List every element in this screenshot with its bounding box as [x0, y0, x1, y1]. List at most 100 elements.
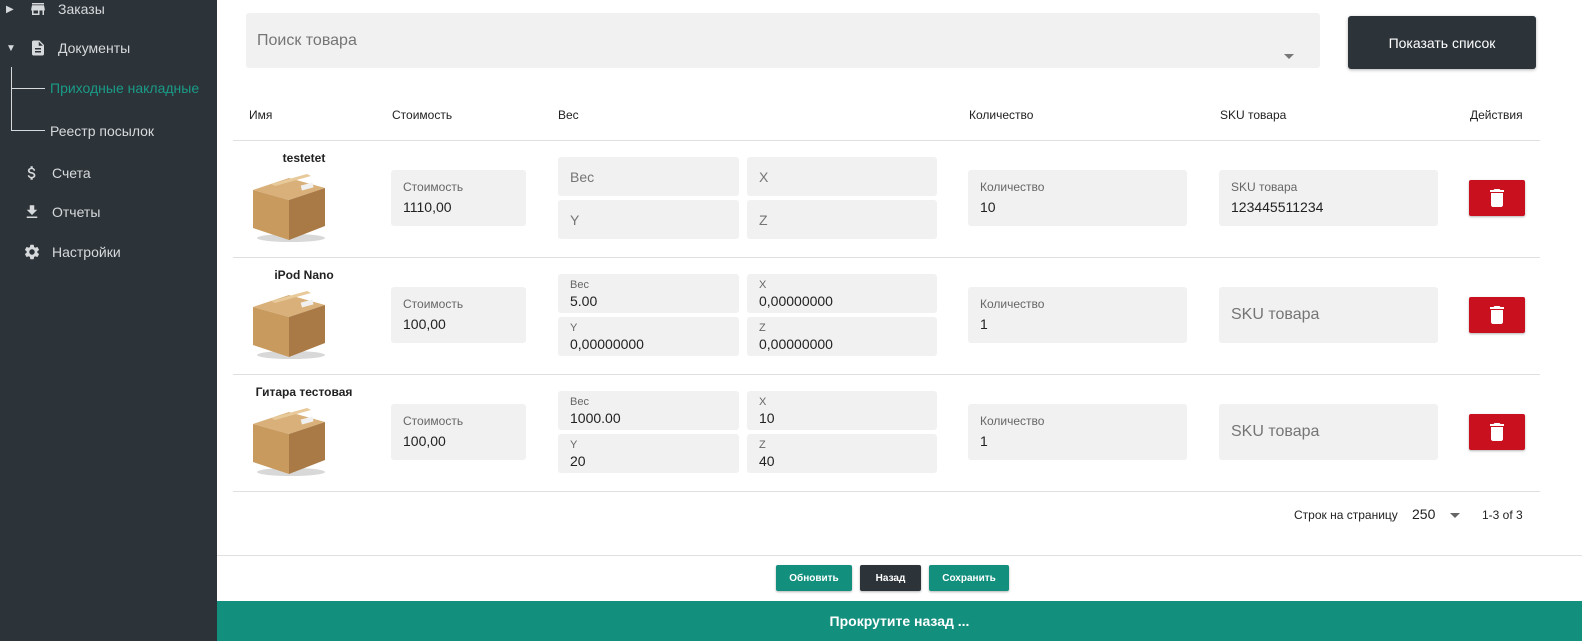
x-label: X: [759, 279, 767, 291]
pagination-range: 1-3 of 3: [1482, 508, 1523, 522]
cost-field[interactable]: Стоимость 1110,00: [391, 170, 526, 226]
sku-field[interactable]: SKU товара 123445511234: [1219, 170, 1438, 226]
rows-per-page-label: Строк на страницу: [1294, 508, 1398, 522]
y-field[interactable]: Y: [558, 200, 739, 239]
x-field[interactable]: X 10: [747, 391, 937, 430]
quantity-label: Количество: [980, 414, 1045, 428]
quantity-label: Количество: [980, 180, 1045, 194]
quantity-field[interactable]: Количество 10: [968, 170, 1187, 226]
tree-line: [11, 67, 12, 130]
sidebar-item-reports[interactable]: Отчеты: [0, 197, 100, 227]
scroll-back-bar[interactable]: Прокрутите назад ...: [217, 601, 1582, 641]
cost-value: 100,00: [403, 433, 446, 449]
gear-icon: [22, 242, 42, 262]
product-search-input[interactable]: [257, 13, 1277, 68]
trash-icon: [1490, 306, 1504, 324]
expand-arrow-icon[interactable]: ▶: [6, 4, 16, 15]
sku-field[interactable]: SKU товара: [1219, 287, 1438, 343]
table-divider: [233, 257, 1540, 258]
document-icon: [28, 38, 48, 58]
show-list-button[interactable]: Показать список: [1348, 16, 1536, 69]
product-box-image: [253, 408, 325, 476]
cost-label: Стоимость: [403, 414, 464, 428]
z-field[interactable]: Z: [747, 200, 937, 239]
sidebar-item-settings[interactable]: Настройки: [0, 237, 121, 267]
trash-icon: [1490, 423, 1504, 441]
sidebar-item-documents[interactable]: ▼ Документы: [0, 33, 130, 63]
cost-field[interactable]: Стоимость 100,00: [391, 287, 526, 343]
sidebar-subitem-incoming-invoices[interactable]: Приходные накладные: [50, 80, 199, 96]
quantity-value: 10: [980, 199, 996, 215]
y-value: 20: [570, 453, 586, 469]
column-header-actions: Действия: [1470, 108, 1523, 122]
product-box-image: [253, 174, 325, 242]
sku-field[interactable]: SKU товара: [1219, 404, 1438, 460]
weight-label: Вес: [570, 279, 589, 291]
sku-value: 123445511234: [1231, 199, 1324, 215]
store-icon: [28, 0, 48, 19]
x-placeholder: X: [759, 168, 769, 185]
sidebar-item-label: Документы: [58, 40, 131, 56]
tree-connector: [11, 130, 45, 131]
z-field[interactable]: Z 0,00000000: [747, 317, 937, 356]
rows-per-page-value: 250: [1412, 506, 1436, 522]
weight-value: 1000.00: [570, 410, 621, 426]
weight-field[interactable]: Вес: [558, 157, 739, 196]
weight-value: 5.00: [570, 293, 598, 309]
z-value: 0,00000000: [759, 336, 833, 352]
product-name: testetet: [282, 151, 326, 165]
y-value: 0,00000000: [570, 336, 644, 352]
back-button[interactable]: Назад: [860, 565, 921, 591]
product-box-image: [253, 291, 325, 359]
dropdown-caret-icon[interactable]: [1284, 54, 1294, 59]
sidebar-item-label: Настройки: [52, 244, 121, 260]
refresh-button[interactable]: Обновить: [776, 565, 852, 591]
y-placeholder: Y: [570, 211, 580, 228]
column-header-sku: SKU товара: [1220, 108, 1287, 122]
sidebar-item-label: Счета: [52, 165, 91, 181]
y-field[interactable]: Y 20: [558, 434, 739, 473]
delete-button[interactable]: [1469, 414, 1525, 450]
delete-button[interactable]: [1469, 297, 1525, 333]
x-label: X: [759, 396, 767, 408]
product-search-box[interactable]: [246, 13, 1320, 68]
x-value: 0,00000000: [759, 293, 833, 309]
z-placeholder: Z: [759, 211, 768, 228]
cost-label: Стоимость: [403, 180, 464, 194]
rows-per-page-select[interactable]: 250: [1412, 506, 1462, 526]
sidebar-subitem-parcel-registry[interactable]: Реестр посылок: [50, 123, 154, 139]
dropdown-caret-icon[interactable]: [1450, 513, 1460, 518]
delete-button[interactable]: [1469, 180, 1525, 216]
quantity-field[interactable]: Количество 1: [968, 404, 1187, 460]
cost-field[interactable]: Стоимость 100,00: [391, 404, 526, 460]
z-field[interactable]: Z 40: [747, 434, 937, 473]
sidebar-item-label: Отчеты: [52, 204, 101, 220]
table-divider: [233, 374, 1540, 375]
x-field[interactable]: X 0,00000000: [747, 274, 937, 313]
column-header-weight: Вес: [558, 108, 579, 122]
product-name: Гитара тестовая: [255, 385, 353, 399]
weight-field[interactable]: Вес 1000.00: [558, 391, 739, 430]
y-label: Y: [570, 322, 578, 334]
table-divider: [233, 140, 1540, 141]
weight-field[interactable]: Вес 5.00: [558, 274, 739, 313]
collapse-arrow-icon[interactable]: ▼: [6, 43, 16, 54]
quantity-field[interactable]: Количество 1: [968, 287, 1187, 343]
sidebar-item-invoices[interactable]: Счета: [0, 158, 91, 188]
cost-value: 100,00: [403, 316, 446, 332]
x-field[interactable]: X: [747, 157, 937, 196]
column-header-quantity: Количество: [969, 108, 1034, 122]
save-button[interactable]: Сохранить: [929, 565, 1009, 591]
dollar-icon: [22, 163, 42, 183]
z-label: Z: [759, 322, 766, 334]
product-name: iPod Nano: [274, 268, 334, 282]
trash-icon: [1490, 189, 1504, 207]
sku-placeholder: SKU товара: [1231, 306, 1320, 323]
cost-label: Стоимость: [403, 297, 464, 311]
column-header-name: Имя: [249, 108, 273, 122]
sidebar-item-orders[interactable]: ▶ Заказы: [0, 0, 105, 24]
y-field[interactable]: Y 0,00000000: [558, 317, 739, 356]
tree-connector: [11, 88, 45, 89]
quantity-label: Количество: [980, 297, 1045, 311]
download-icon: [22, 202, 42, 222]
